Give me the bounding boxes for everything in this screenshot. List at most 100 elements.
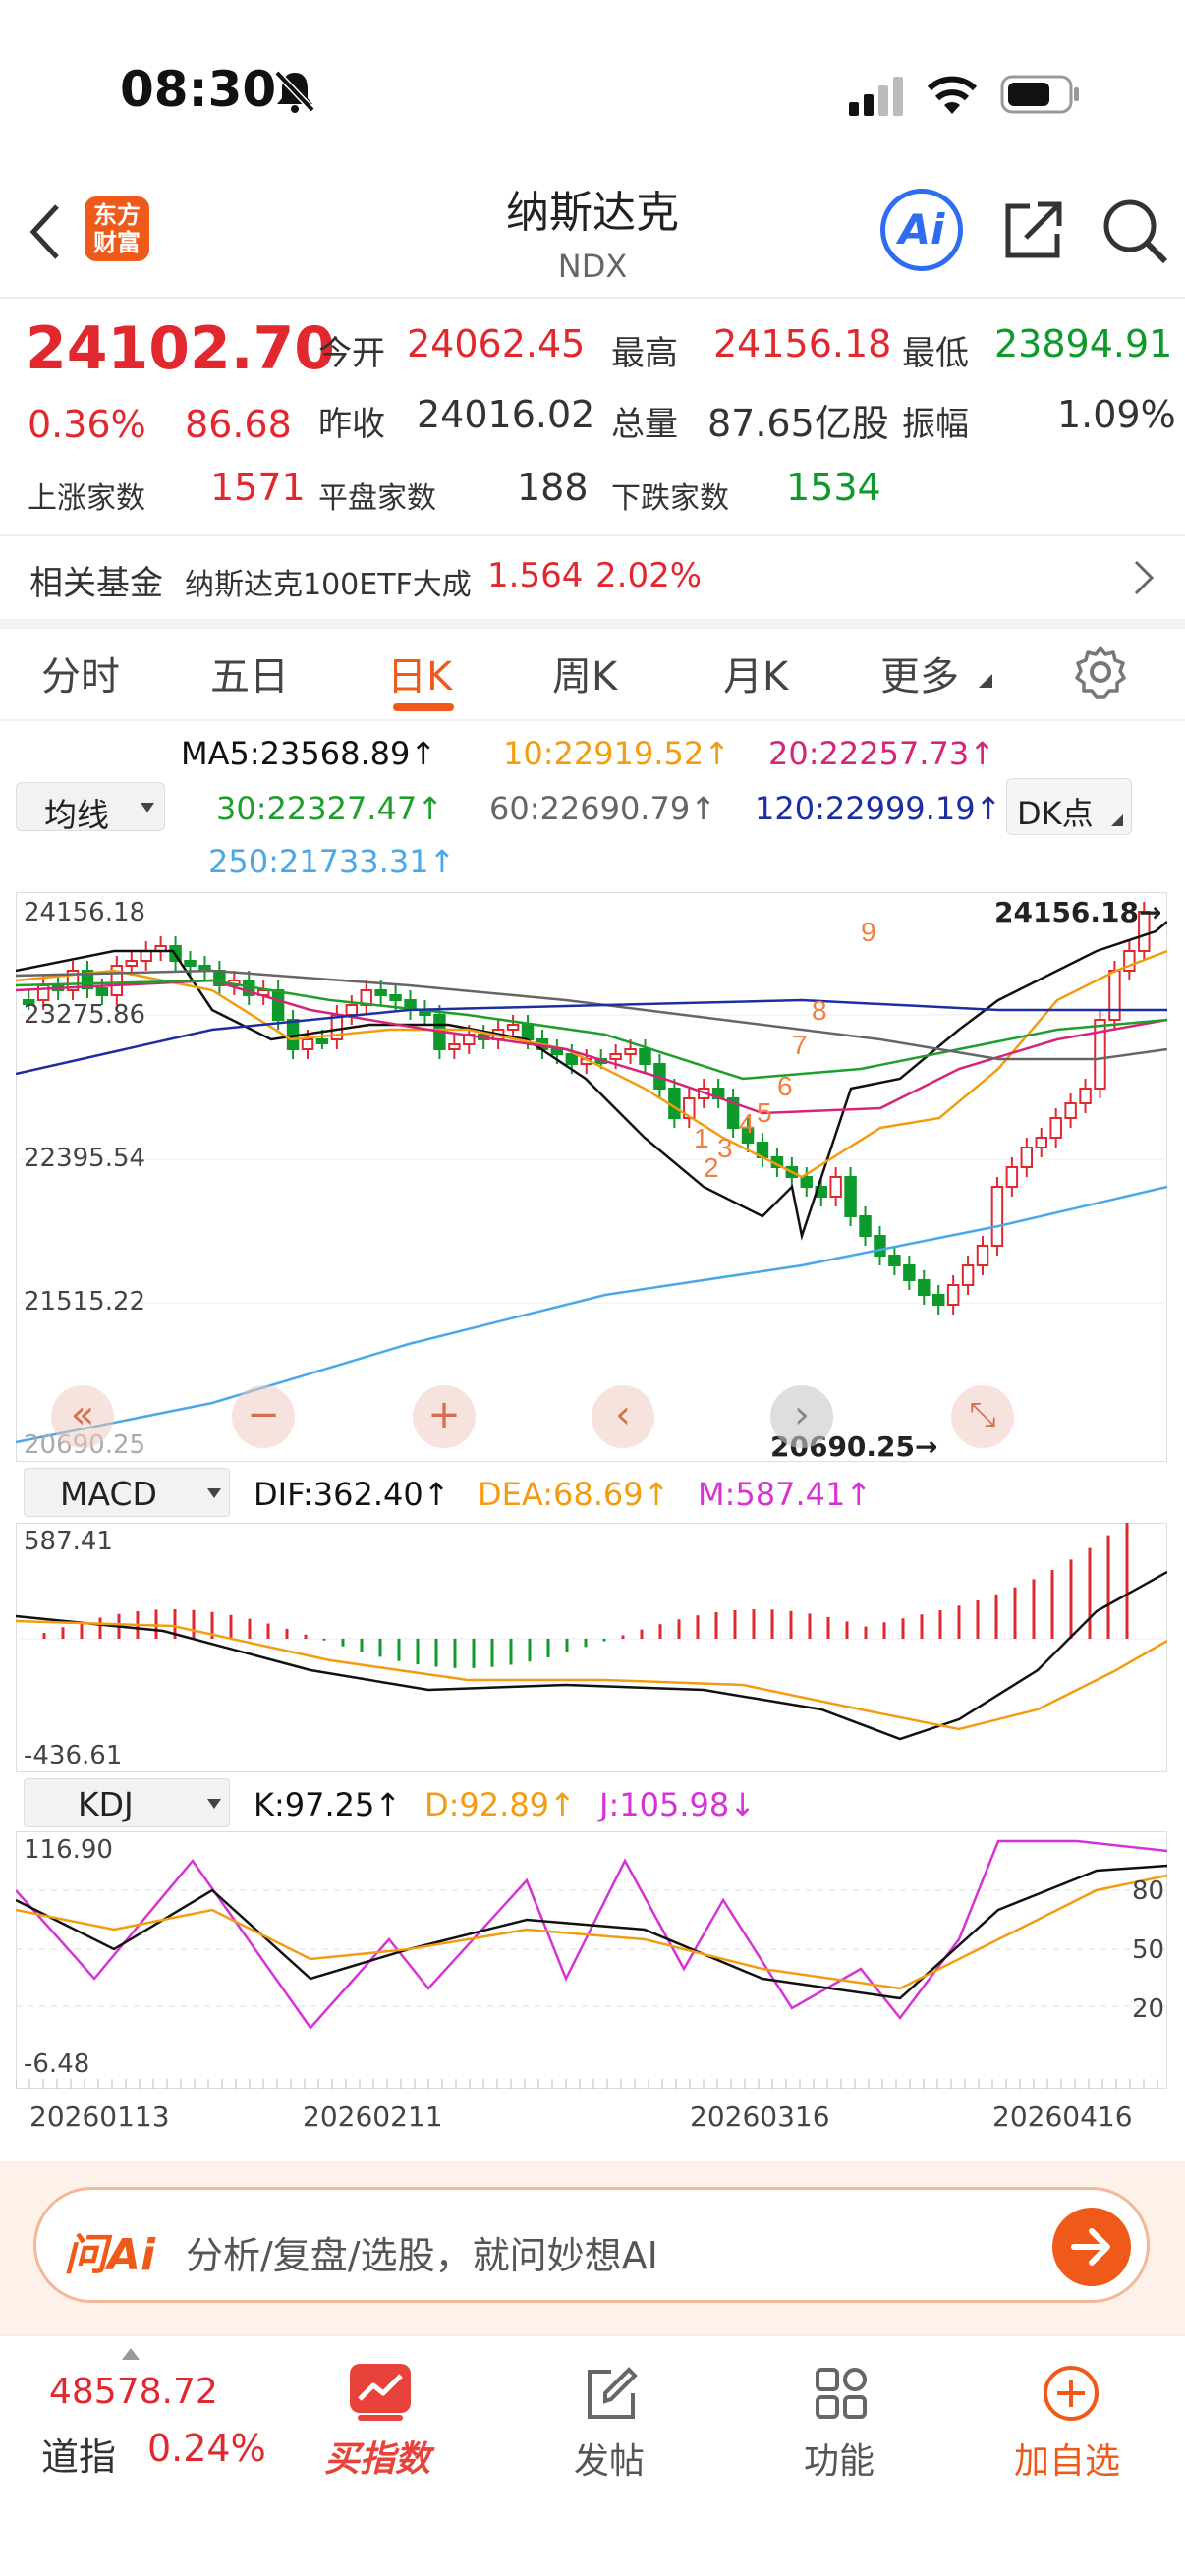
tab-fenshi[interactable]: 分时 — [41, 644, 120, 701]
max-price-marker: 24156.18→ — [994, 896, 1162, 928]
high-label: 最高 — [611, 334, 678, 373]
ma60-value: 60:22690.79↑ — [489, 790, 716, 827]
functions-button[interactable]: 功能 — [780, 2350, 898, 2497]
dk-selector[interactable]: DK点 — [1006, 778, 1132, 835]
scroll-left-button[interactable]: ‹ — [592, 1385, 654, 1448]
chevron-right-icon — [1134, 560, 1155, 595]
amplitude-value: 1.09% — [1057, 393, 1176, 436]
fund-pct: 2.02% — [595, 556, 703, 595]
kdj-bottom-label: -6.48 — [24, 2049, 90, 2079]
candle-body — [389, 994, 402, 1001]
candle-body — [140, 950, 152, 962]
kdj-k: K:97.25↑ — [254, 1786, 402, 1823]
add-watchlist-label: 加自选 — [1014, 2441, 1121, 2482]
candle-body — [624, 1048, 637, 1055]
y-label-2: 23275.86 — [24, 1000, 146, 1030]
tab-more[interactable]: 更多 — [880, 644, 959, 701]
kdj-d-line — [16, 1874, 1167, 1990]
post-button[interactable]: 发帖 — [550, 2350, 668, 2497]
candle-body — [1079, 1088, 1092, 1104]
y-label-4: 21515.22 — [24, 1287, 146, 1316]
nine-turn-label: 7 — [792, 1030, 808, 1060]
candle-body — [506, 1024, 520, 1031]
candle-body — [859, 1215, 872, 1237]
kdj-selector-label: KDJ — [78, 1785, 134, 1823]
change-value: 86.68 — [185, 403, 292, 446]
candle-body — [668, 1088, 681, 1119]
ai-search-bar[interactable]: 问Ai 分析/复盘/选股，就问妙想AI — [33, 2187, 1150, 2303]
bottom-bar: 48578.72 道指 0.24% 买指数 发帖 功能 加自选 — [0, 2334, 1185, 2576]
chart-controls: « − + ‹ › ⤡ — [0, 1385, 1185, 1454]
buy-index-button[interactable]: 买指数 — [310, 2350, 448, 2497]
macd-selector[interactable]: MACD — [24, 1468, 230, 1517]
nine-turn-label: 6 — [777, 1071, 793, 1101]
fund-label: 相关基金 — [29, 564, 163, 603]
kdj-frame — [16, 1831, 1167, 2089]
date-label-4: 20260416 — [992, 2100, 1133, 2133]
tab-yuek[interactable]: 月K — [723, 644, 788, 701]
candle-body — [1064, 1102, 1077, 1119]
status-bar: 08:30 — [0, 0, 1185, 157]
tab-rik[interactable]: 日K — [387, 644, 452, 701]
battery-icon — [1000, 75, 1079, 114]
open-label: 今开 — [318, 334, 385, 373]
candle-body — [903, 1264, 916, 1281]
ai-input-placeholder: 分析/复盘/选股，就问妙想AI — [186, 2234, 658, 2277]
open-value: 24062.45 — [407, 322, 586, 365]
amplitude-label: 振幅 — [902, 405, 969, 444]
dk-label: DK点 — [1017, 795, 1094, 832]
dropdown-arrow-icon — [207, 1488, 221, 1498]
kdj-selector[interactable]: KDJ — [24, 1778, 230, 1827]
add-watchlist-button[interactable]: 加自选 — [998, 2350, 1146, 2497]
macd-chart — [16, 1523, 1167, 1772]
low-value: 23894.91 — [994, 322, 1173, 365]
macd-top-label: 587.41 — [24, 1527, 113, 1556]
candle-body — [565, 1053, 579, 1065]
kdj-level-20: 20 — [1132, 1994, 1165, 2024]
candle-body — [946, 1284, 960, 1306]
up-count-value: 1571 — [210, 466, 306, 509]
settings-gear-icon[interactable] — [1073, 644, 1128, 700]
candle-body — [609, 1053, 622, 1060]
ai-logo: 问Ai — [64, 2230, 156, 2280]
candle-body — [1005, 1166, 1019, 1188]
kline-chart[interactable]: 1234 56789 — [16, 892, 1167, 1462]
related-fund-row[interactable]: 相关基金 纳斯达克100ETF大成 1.564 2.02% — [0, 536, 1185, 619]
kdj-k-line — [16, 1864, 1167, 2000]
fullscreen-button[interactable]: ⤡ — [951, 1385, 1014, 1448]
kdj-j: J:105.98↓ — [599, 1786, 756, 1823]
scroll-left-fast-button[interactable]: « — [51, 1385, 114, 1448]
date-label-1: 20260113 — [29, 2100, 170, 2133]
candle-body — [1108, 970, 1121, 1021]
kdj-level-50: 50 — [1132, 1935, 1165, 1965]
chart-frame — [16, 892, 1167, 1462]
prev-close-value: 24016.02 — [417, 393, 595, 436]
zoom-in-button[interactable]: + — [413, 1385, 476, 1448]
search-icon[interactable] — [1100, 196, 1171, 267]
ai-button[interactable]: Ai — [880, 189, 963, 271]
candle-body — [521, 1024, 535, 1040]
low-label: 最低 — [902, 334, 969, 373]
candle-body — [345, 1004, 359, 1016]
ai-submit-button[interactable] — [1052, 2208, 1131, 2286]
down-count-label: 下跌家数 — [611, 481, 729, 516]
candle-body — [1035, 1137, 1047, 1148]
ma-selector[interactable]: 均线 — [16, 782, 165, 834]
zoom-out-button[interactable]: − — [232, 1385, 295, 1448]
tab-wuri[interactable]: 五日 — [210, 644, 289, 701]
nine-turn-label: 4 — [739, 1108, 755, 1139]
share-icon[interactable] — [1000, 196, 1067, 263]
macd-selector-label: MACD — [60, 1475, 157, 1513]
candle-body — [844, 1176, 857, 1217]
candle-body — [315, 1038, 329, 1044]
ma5-value: MA5:23568.89↑ — [181, 735, 437, 772]
signal-icon — [849, 77, 903, 116]
candle-body — [639, 1048, 651, 1065]
macd-m: M:587.41↑ — [698, 1476, 873, 1513]
max-price-value: 24156.18 — [994, 896, 1140, 928]
bell-off-icon — [274, 70, 315, 113]
scroll-right-button[interactable]: › — [770, 1385, 833, 1448]
tab-zhouk[interactable]: 周K — [552, 644, 617, 701]
candle-body — [1049, 1117, 1062, 1139]
grid-apps-icon — [816, 2368, 867, 2419]
